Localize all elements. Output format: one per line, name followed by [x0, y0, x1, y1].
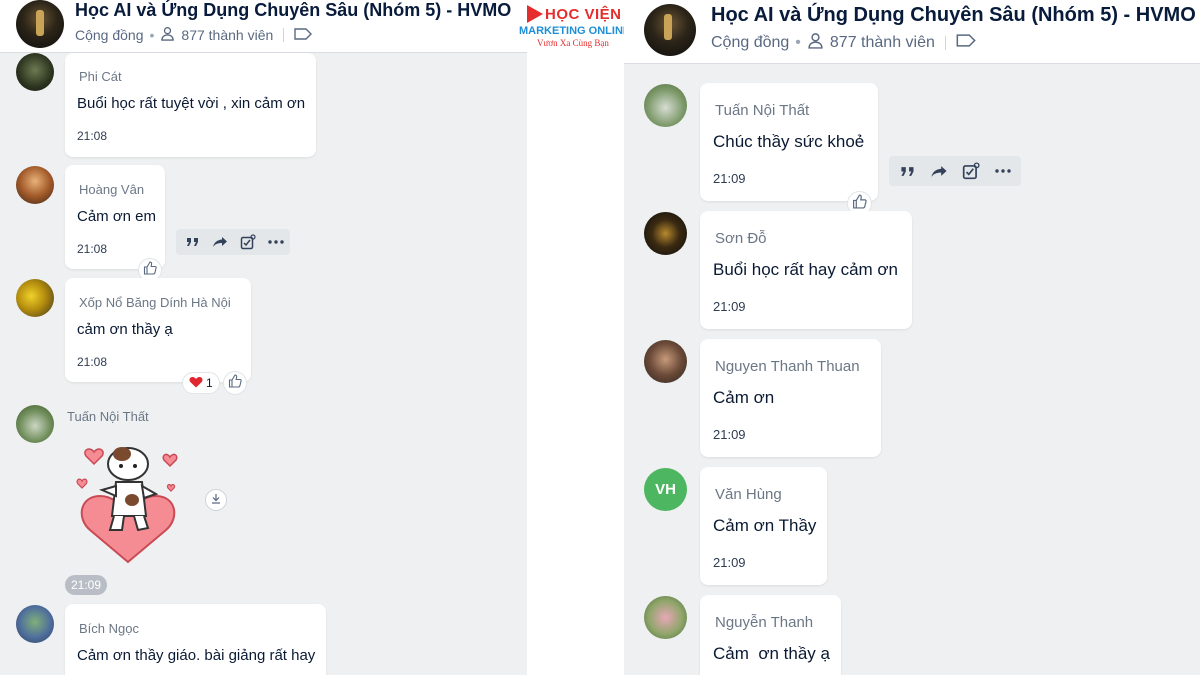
- thumbs-up-icon: [143, 260, 157, 280]
- heart-sticker[interactable]: [72, 438, 184, 566]
- message-time: 21:08: [77, 355, 108, 369]
- reaction-count: 1: [206, 376, 213, 390]
- message-time: 21:08: [77, 242, 108, 256]
- quote-icon[interactable]: [900, 166, 916, 177]
- avatar[interactable]: [644, 212, 687, 255]
- message-text: Cảm ơn em: [77, 208, 157, 225]
- separator-dot: •: [795, 34, 801, 51]
- chat-header: Học AI và Ứng Dụng Chuyên Sâu (Nhóm 5) -…: [0, 0, 527, 53]
- tag-icon[interactable]: [294, 27, 313, 43]
- message-text: Chúc thầy sức khoẻ: [713, 132, 865, 151]
- separator-dot: •: [149, 27, 155, 43]
- left-chat-pane: Học AI và Ứng Dụng Chuyên Sâu (Nhóm 5) -…: [0, 0, 527, 675]
- sender-name[interactable]: Bích Ngọc: [79, 621, 139, 636]
- avatar[interactable]: [644, 596, 687, 639]
- person-icon: [807, 32, 824, 54]
- brand-logo: HỌC VIỆN MARKETING ONLINE Vươn Xa Cùng B…: [519, 2, 635, 50]
- reaction-heart[interactable]: 1: [182, 372, 220, 394]
- right-chat-pane: Học AI và Ứng Dụng Chuyên Sâu (Nhóm 5) -…: [624, 0, 1200, 675]
- message-time: 21:09: [713, 427, 746, 442]
- avatar[interactable]: [16, 53, 54, 91]
- avatar[interactable]: [16, 166, 54, 204]
- avatar[interactable]: [16, 605, 54, 643]
- logo-slogan: Vươn Xa Cùng Bạn: [537, 38, 609, 48]
- like-button[interactable]: [223, 371, 247, 395]
- message-bubble[interactable]: Văn Hùng Cảm ơn Thầy 21:09: [700, 467, 827, 585]
- message-bubble[interactable]: Hoàng Vân Cảm ơn em 21:08: [65, 165, 165, 269]
- sender-name[interactable]: Hoàng Vân: [79, 182, 144, 197]
- message-bubble[interactable]: Bích Ngọc Cảm ơn thầy giáo. bài giảng rấ…: [65, 604, 326, 675]
- message-time: 21:09: [65, 575, 107, 595]
- play-mark-icon: [527, 5, 543, 23]
- group-title[interactable]: Học AI và Ứng Dụng Chuyên Sâu (Nhóm 5) -…: [711, 4, 1196, 27]
- message-bubble[interactable]: Nguyễn Thanh Cảm ơn thầy ạ: [700, 595, 841, 675]
- divider: [283, 28, 285, 42]
- sender-name[interactable]: Tuấn Nội Thất: [715, 102, 809, 119]
- message-bubble[interactable]: Sơn Đỗ Buổi học rất hay cảm ơn 21:09: [700, 211, 912, 329]
- avatar-initials[interactable]: VH: [644, 468, 687, 511]
- message-time: 21:09: [713, 555, 746, 570]
- avatar[interactable]: [16, 279, 54, 317]
- message-time: 21:08: [77, 129, 108, 143]
- group-subtitle: Cộng đồng • 877 thành viên: [711, 32, 976, 54]
- sender-name[interactable]: Nguyễn Thanh: [715, 614, 813, 631]
- group-type: Cộng đồng: [711, 34, 790, 51]
- task-icon[interactable]: [962, 162, 980, 180]
- member-count[interactable]: 877 thành viên: [181, 27, 273, 43]
- more-icon[interactable]: [268, 240, 284, 244]
- download-button[interactable]: [205, 489, 227, 511]
- person-icon: [160, 26, 175, 44]
- tag-icon[interactable]: [956, 34, 976, 52]
- sender-name[interactable]: Tuấn Nội Thất: [67, 409, 149, 424]
- heart-icon: [189, 376, 203, 391]
- chat-header: Học AI và Ứng Dụng Chuyên Sâu (Nhóm 5) -…: [624, 0, 1200, 64]
- message-time: 21:09: [713, 299, 746, 314]
- avatar[interactable]: [644, 340, 687, 383]
- sender-name[interactable]: Văn Hùng: [715, 486, 782, 503]
- message-bubble[interactable]: Nguyen Thanh Thuan Cảm ơn 21:09: [700, 339, 881, 457]
- group-avatar[interactable]: [644, 4, 696, 56]
- message-toolbar: [176, 229, 290, 255]
- group-title[interactable]: Học AI và Ứng Dụng Chuyên Sâu (Nhóm 5) -…: [75, 0, 511, 21]
- message-text: Buổi học rất hay cảm ơn: [713, 260, 899, 279]
- member-count[interactable]: 877 thành viên: [830, 34, 935, 52]
- group-avatar[interactable]: [16, 0, 64, 48]
- share-icon[interactable]: [212, 236, 228, 248]
- brand-strip: [527, 0, 624, 675]
- message-bubble[interactable]: Tuấn Nội Thất Chúc thầy sức khoẻ 21:09: [700, 83, 878, 201]
- download-icon: [211, 491, 221, 509]
- avatar[interactable]: [16, 405, 54, 443]
- logo-word: HỌC VIỆN: [545, 5, 622, 23]
- share-icon[interactable]: [930, 165, 948, 178]
- logo-top: HỌC VIỆN: [527, 5, 622, 23]
- thumbs-up-icon: [228, 373, 242, 393]
- message-text: Cảm ơn thầy ạ: [713, 644, 830, 663]
- logo-subtitle: MARKETING ONLINE: [519, 25, 631, 37]
- sender-name[interactable]: Phi Cát: [79, 69, 122, 84]
- message-bubble[interactable]: Xốp Nổ Băng Dính Hà Nội cảm ơn thầy ạ 21…: [65, 278, 251, 382]
- message-text: Buổi học rất tuyệt vời , xin cảm ơn: [77, 95, 306, 112]
- avatar[interactable]: [644, 84, 687, 127]
- quote-icon[interactable]: [186, 237, 200, 247]
- sender-name[interactable]: Xốp Nổ Băng Dính Hà Nội: [79, 295, 231, 310]
- task-icon[interactable]: [240, 234, 256, 250]
- group-subtitle: Cộng đồng • 877 thành viên: [75, 26, 313, 44]
- sender-name[interactable]: Sơn Đỗ: [715, 230, 767, 247]
- sender-name[interactable]: Nguyen Thanh Thuan: [715, 358, 860, 375]
- message-text: cảm ơn thầy ạ: [77, 321, 173, 338]
- message-text: Cảm ơn thầy giáo. bài giảng rất hay: [77, 647, 316, 664]
- group-type: Cộng đồng: [75, 27, 144, 43]
- message-text: Cảm ơn: [713, 388, 775, 407]
- message-time: 21:09: [713, 171, 746, 186]
- message-toolbar: [889, 156, 1021, 186]
- more-icon[interactable]: [994, 169, 1012, 173]
- message-text: Cảm ơn Thầy: [713, 516, 817, 535]
- message-bubble[interactable]: Phi Cát Buổi học rất tuyệt vời , xin cảm…: [65, 53, 316, 157]
- divider: [944, 36, 946, 50]
